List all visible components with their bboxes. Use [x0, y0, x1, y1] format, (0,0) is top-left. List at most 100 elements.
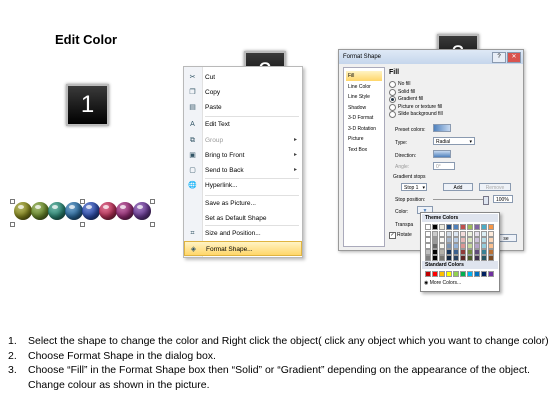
chevron-right-icon: ▸	[293, 137, 297, 143]
rotate-checkbox[interactable]: ✓	[389, 232, 396, 239]
fill-option-radio[interactable]	[389, 103, 396, 111]
format-shape-icon: ◈	[190, 246, 197, 253]
context-menu-item[interactable]: ▤ Paste	[184, 100, 302, 115]
theme-color-swatch[interactable]	[481, 224, 487, 230]
standard-color-swatch[interactable]	[446, 271, 452, 277]
nav-item[interactable]: Line Style	[346, 92, 382, 102]
standard-color-swatch[interactable]	[460, 271, 466, 277]
rotate-label: Rotate	[397, 232, 412, 238]
theme-color-swatch[interactable]	[474, 255, 480, 261]
context-menu-item[interactable]: 🌐 Hyperlink...	[184, 178, 302, 193]
copy-icon: ❐	[189, 89, 196, 96]
angle-field[interactable]: 0°	[433, 162, 455, 170]
nav-item[interactable]: Line Color	[346, 82, 382, 92]
selection-handle[interactable]	[10, 199, 15, 204]
ball	[65, 202, 83, 220]
nav-item[interactable]: Fill	[346, 71, 382, 81]
context-menu-item[interactable]: ✂ Cut	[184, 70, 302, 85]
standard-color-swatch[interactable]	[432, 271, 438, 277]
standard-color-swatch[interactable]	[453, 271, 459, 277]
nav-item[interactable]: Picture	[346, 134, 382, 144]
help-icon[interactable]: ?	[492, 52, 506, 63]
standard-colors-title: Standard Colors	[422, 261, 498, 269]
theme-color-swatch[interactable]	[446, 255, 452, 261]
selection-handle[interactable]	[80, 199, 85, 204]
nav-item[interactable]: Text Box	[346, 145, 382, 155]
ball	[14, 202, 32, 220]
type-label: Type:	[395, 140, 408, 146]
balls-shape-group[interactable]	[10, 197, 160, 227]
context-menu-label: Group	[205, 137, 224, 144]
context-menu-label: Size and Position...	[205, 230, 261, 237]
fill-option-radio[interactable]	[389, 96, 396, 103]
standard-color-swatch[interactable]	[425, 271, 431, 277]
chevron-down-icon: ▾	[469, 139, 472, 145]
context-menu-item[interactable]: ◈ Format Shape...	[184, 241, 302, 256]
fill-option-radio[interactable]	[389, 81, 396, 88]
nav-item[interactable]: 3-D Rotation	[346, 124, 382, 134]
context-menu-label: Format Shape...	[206, 246, 253, 253]
ball	[116, 202, 134, 220]
fill-option-radio[interactable]	[389, 111, 396, 118]
fill-option-label: Picture or texture fill	[398, 103, 443, 110]
context-menu-item[interactable]: ▢ Send to Back ▸	[184, 163, 302, 178]
stop-value: Stop 1	[404, 185, 419, 191]
add-stop-button[interactable]: Add	[443, 183, 473, 191]
standard-color-swatch[interactable]	[439, 271, 445, 277]
context-menu-label: Cut	[205, 74, 216, 81]
context-menu-label: Edit Text	[205, 121, 230, 128]
theme-color-swatch[interactable]	[474, 224, 480, 230]
theme-color-swatch[interactable]	[432, 224, 438, 230]
ball	[133, 202, 151, 220]
theme-color-swatch[interactable]	[481, 255, 487, 261]
stop-position-field[interactable]: 100%	[493, 195, 513, 203]
theme-color-swatch[interactable]	[432, 255, 438, 261]
context-menu-item[interactable]: Set as Default Shape	[184, 211, 302, 226]
theme-color-swatch[interactable]	[425, 255, 431, 261]
theme-color-swatch[interactable]	[460, 255, 466, 261]
nav-item[interactable]: Shadow	[346, 103, 382, 113]
context-menu-item[interactable]: ▣ Bring to Front ▸	[184, 148, 302, 163]
standard-color-swatch[interactable]	[481, 271, 487, 277]
preset-colors-dropdown[interactable]	[433, 124, 451, 132]
theme-color-swatch[interactable]	[425, 224, 431, 230]
nav-item[interactable]: 3-D Format	[346, 113, 382, 123]
context-menu-item[interactable]: ⧉ Group ▸	[184, 133, 302, 148]
stop-position-slider[interactable]	[433, 199, 488, 200]
theme-color-swatch[interactable]	[467, 255, 473, 261]
direction-dropdown[interactable]	[433, 150, 451, 158]
selection-handle[interactable]	[10, 222, 15, 227]
standard-color-swatch[interactable]	[488, 271, 494, 277]
color-palette-popup: Theme Colors Standard Colors ◉ More Colo…	[420, 212, 500, 292]
remove-stop-button[interactable]: Remove	[479, 183, 511, 191]
context-menu-item[interactable]: ❐ Copy	[184, 85, 302, 100]
standard-color-swatch[interactable]	[467, 271, 473, 277]
more-colors-link[interactable]: ◉ More Colors...	[424, 280, 461, 286]
standard-color-swatch[interactable]	[474, 271, 480, 277]
theme-color-swatch[interactable]	[446, 224, 452, 230]
fill-option-radio[interactable]	[389, 88, 396, 96]
theme-color-swatch[interactable]	[453, 224, 459, 230]
close-icon[interactable]: ✕	[507, 52, 521, 63]
context-menu-item[interactable]: A Edit Text	[184, 117, 302, 132]
slider-thumb[interactable]	[483, 196, 489, 205]
selection-handle[interactable]	[150, 222, 155, 227]
theme-color-swatch[interactable]	[460, 224, 466, 230]
context-menu-item[interactable]: ⌗ Size and Position...	[184, 226, 302, 241]
step-number: 2.	[8, 349, 17, 362]
context-menu-item[interactable]: Save as Picture...	[184, 196, 302, 211]
theme-color-swatch[interactable]	[467, 224, 473, 230]
theme-color-swatch[interactable]	[453, 255, 459, 261]
stop-select[interactable]: Stop 1 ▾	[401, 183, 427, 191]
cut-icon: ✂	[189, 74, 196, 81]
theme-color-swatch[interactable]	[439, 224, 445, 230]
selection-handle[interactable]	[80, 222, 85, 227]
theme-color-swatch[interactable]	[488, 224, 494, 230]
direction-label: Direction:	[395, 153, 417, 159]
selection-handle[interactable]	[150, 199, 155, 204]
type-select[interactable]: Radial ▾	[433, 137, 475, 145]
theme-color-swatch[interactable]	[439, 255, 445, 261]
fill-option-label: Solid fill	[398, 88, 416, 95]
theme-color-swatch[interactable]	[488, 255, 494, 261]
edit-text-icon: A	[190, 121, 195, 128]
